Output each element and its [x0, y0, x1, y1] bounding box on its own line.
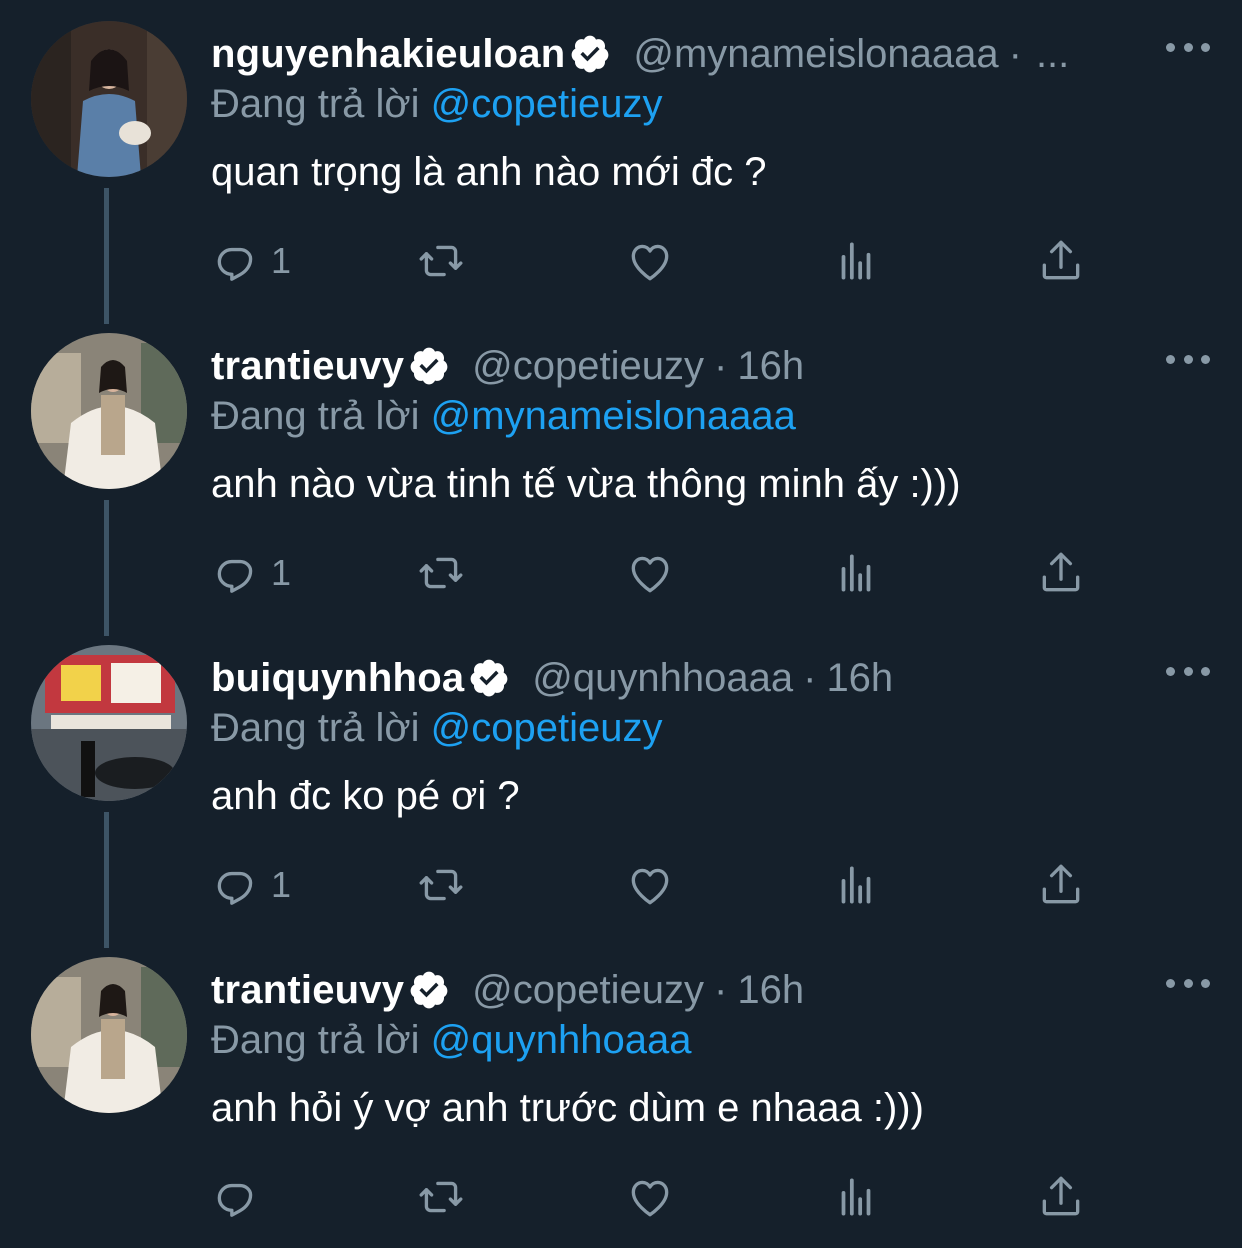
tweet-text: anh đc ko pé ơi ? [211, 774, 520, 818]
replying-to-label: Đang trả lời [211, 394, 420, 438]
avatar-image [31, 333, 187, 489]
timestamp[interactable]: 16h [737, 966, 804, 1014]
verified-badge-icon [470, 659, 508, 697]
verified-badge-icon [571, 35, 609, 73]
reply-icon [217, 871, 253, 905]
user-handle[interactable]: @mynameislonaaaa [633, 30, 998, 78]
header-separator: · [714, 344, 728, 388]
verified-badge-icon [410, 971, 448, 1009]
replying-to-handle[interactable]: @quynhhoaaa [431, 1018, 692, 1062]
share-icon [1042, 1176, 1080, 1216]
avatar[interactable] [31, 21, 187, 177]
retweet-icon [419, 869, 463, 901]
reply-count: 1 [271, 552, 292, 593]
replying-to: Đang trả lời @quynhhoaaa [211, 1016, 692, 1064]
more-icon[interactable] [1166, 656, 1210, 686]
more-icon[interactable] [1166, 32, 1210, 62]
reply-icon [217, 559, 253, 593]
timestamp[interactable]: 16h [737, 342, 804, 390]
tweet-actions: 1 [211, 546, 1091, 600]
tweet[interactable]: trantieuvy @copetieuzy · 16h Đang trả lờ… [0, 936, 1242, 1248]
replying-to: Đang trả lời @copetieuzy [211, 704, 663, 752]
reply-icon [217, 247, 253, 281]
avatar-image [31, 957, 187, 1113]
more-icon[interactable] [1166, 968, 1210, 998]
avatar-image [31, 21, 187, 177]
replying-to-handle[interactable]: @copetieuzy [431, 82, 663, 126]
timestamp[interactable]: 16h [826, 654, 893, 702]
analytics-icon [841, 554, 871, 592]
display-name[interactable]: trantieuvy [211, 966, 404, 1014]
reply-count: 1 [271, 240, 292, 281]
tweet[interactable]: buiquynhhoa @quynhhoaaa · 16h Đang trả l… [0, 624, 1242, 936]
tweet[interactable]: trantieuvy @copetieuzy · 16h Đang trả lờ… [0, 312, 1242, 624]
replying-to-label: Đang trả lời [211, 706, 420, 750]
header-separator: · [714, 968, 728, 1012]
retweet-button[interactable] [416, 546, 466, 600]
share-icon [1042, 240, 1080, 280]
replying-to-label: Đang trả lời [211, 1018, 420, 1062]
analytics-icon [841, 866, 871, 904]
display-name[interactable]: buiquynhhoa [211, 654, 464, 702]
tweet-text: anh nào vừa tinh tế vừa thông minh ấy :)… [211, 462, 961, 506]
retweet-icon [419, 1181, 463, 1213]
like-icon [631, 556, 669, 593]
reply-button[interactable]: 1 [211, 234, 291, 288]
share-button[interactable] [1036, 234, 1086, 288]
analytics-icon [841, 1178, 871, 1216]
tweet[interactable]: nguyenhakieuloan @mynameislonaaaa · ... … [0, 0, 1242, 312]
avatar[interactable] [31, 333, 187, 489]
retweet-button[interactable] [416, 858, 466, 912]
like-button[interactable] [625, 546, 675, 600]
tweet-actions: 1 [211, 858, 1091, 912]
tweet-actions [211, 1170, 1091, 1224]
analytics-button[interactable] [831, 546, 881, 600]
display-name[interactable]: nguyenhakieuloan [211, 30, 565, 78]
avatar[interactable] [31, 645, 187, 801]
analytics-button[interactable] [831, 858, 881, 912]
tweet-text: quan trọng là anh nào mới đc ? [211, 150, 767, 194]
reply-button[interactable]: 1 [211, 858, 291, 912]
retweet-button[interactable] [416, 1170, 466, 1224]
like-button[interactable] [625, 858, 675, 912]
like-icon [631, 868, 669, 905]
header-separator: · [1008, 32, 1022, 76]
tweet-actions: 1 [211, 234, 1091, 288]
header-separator: · [803, 656, 817, 700]
reply-button[interactable]: 1 [211, 546, 291, 600]
retweet-icon [419, 245, 463, 277]
user-handle[interactable]: @quynhhoaaa [532, 654, 793, 702]
replying-to-label: Đang trả lời [211, 82, 420, 126]
share-button[interactable] [1036, 1170, 1086, 1224]
tweet-text: anh hỏi ý vợ anh trước dùm e nhaaa :))) [211, 1086, 924, 1130]
retweet-button[interactable] [416, 234, 466, 288]
avatar-image [31, 645, 187, 801]
avatar[interactable] [31, 957, 187, 1113]
analytics-button[interactable] [831, 1170, 881, 1224]
like-icon [631, 244, 669, 281]
analytics-button[interactable] [831, 234, 881, 288]
display-name[interactable]: trantieuvy [211, 342, 404, 390]
like-icon [631, 1180, 669, 1217]
verified-badge-icon [410, 347, 448, 385]
like-button[interactable] [625, 234, 675, 288]
reply-count: 1 [271, 864, 292, 905]
share-button[interactable] [1036, 546, 1086, 600]
replying-to-handle[interactable]: @copetieuzy [431, 706, 663, 750]
like-button[interactable] [625, 1170, 675, 1224]
replying-to: Đang trả lời @copetieuzy [211, 80, 663, 128]
more-icon[interactable] [1166, 344, 1210, 374]
reply-button[interactable] [211, 1170, 271, 1224]
share-icon [1042, 864, 1080, 904]
analytics-icon [841, 242, 871, 280]
share-icon [1042, 552, 1080, 592]
user-handle[interactable]: @copetieuzy [472, 342, 704, 390]
retweet-icon [419, 557, 463, 589]
share-button[interactable] [1036, 858, 1086, 912]
reply-icon [217, 1183, 253, 1217]
replying-to-handle[interactable]: @mynameislonaaaa [431, 394, 796, 438]
user-handle[interactable]: @copetieuzy [472, 966, 704, 1014]
replying-to: Đang trả lời @mynameislonaaaa [211, 392, 796, 440]
truncation-ellipsis: ... [1035, 32, 1070, 76]
